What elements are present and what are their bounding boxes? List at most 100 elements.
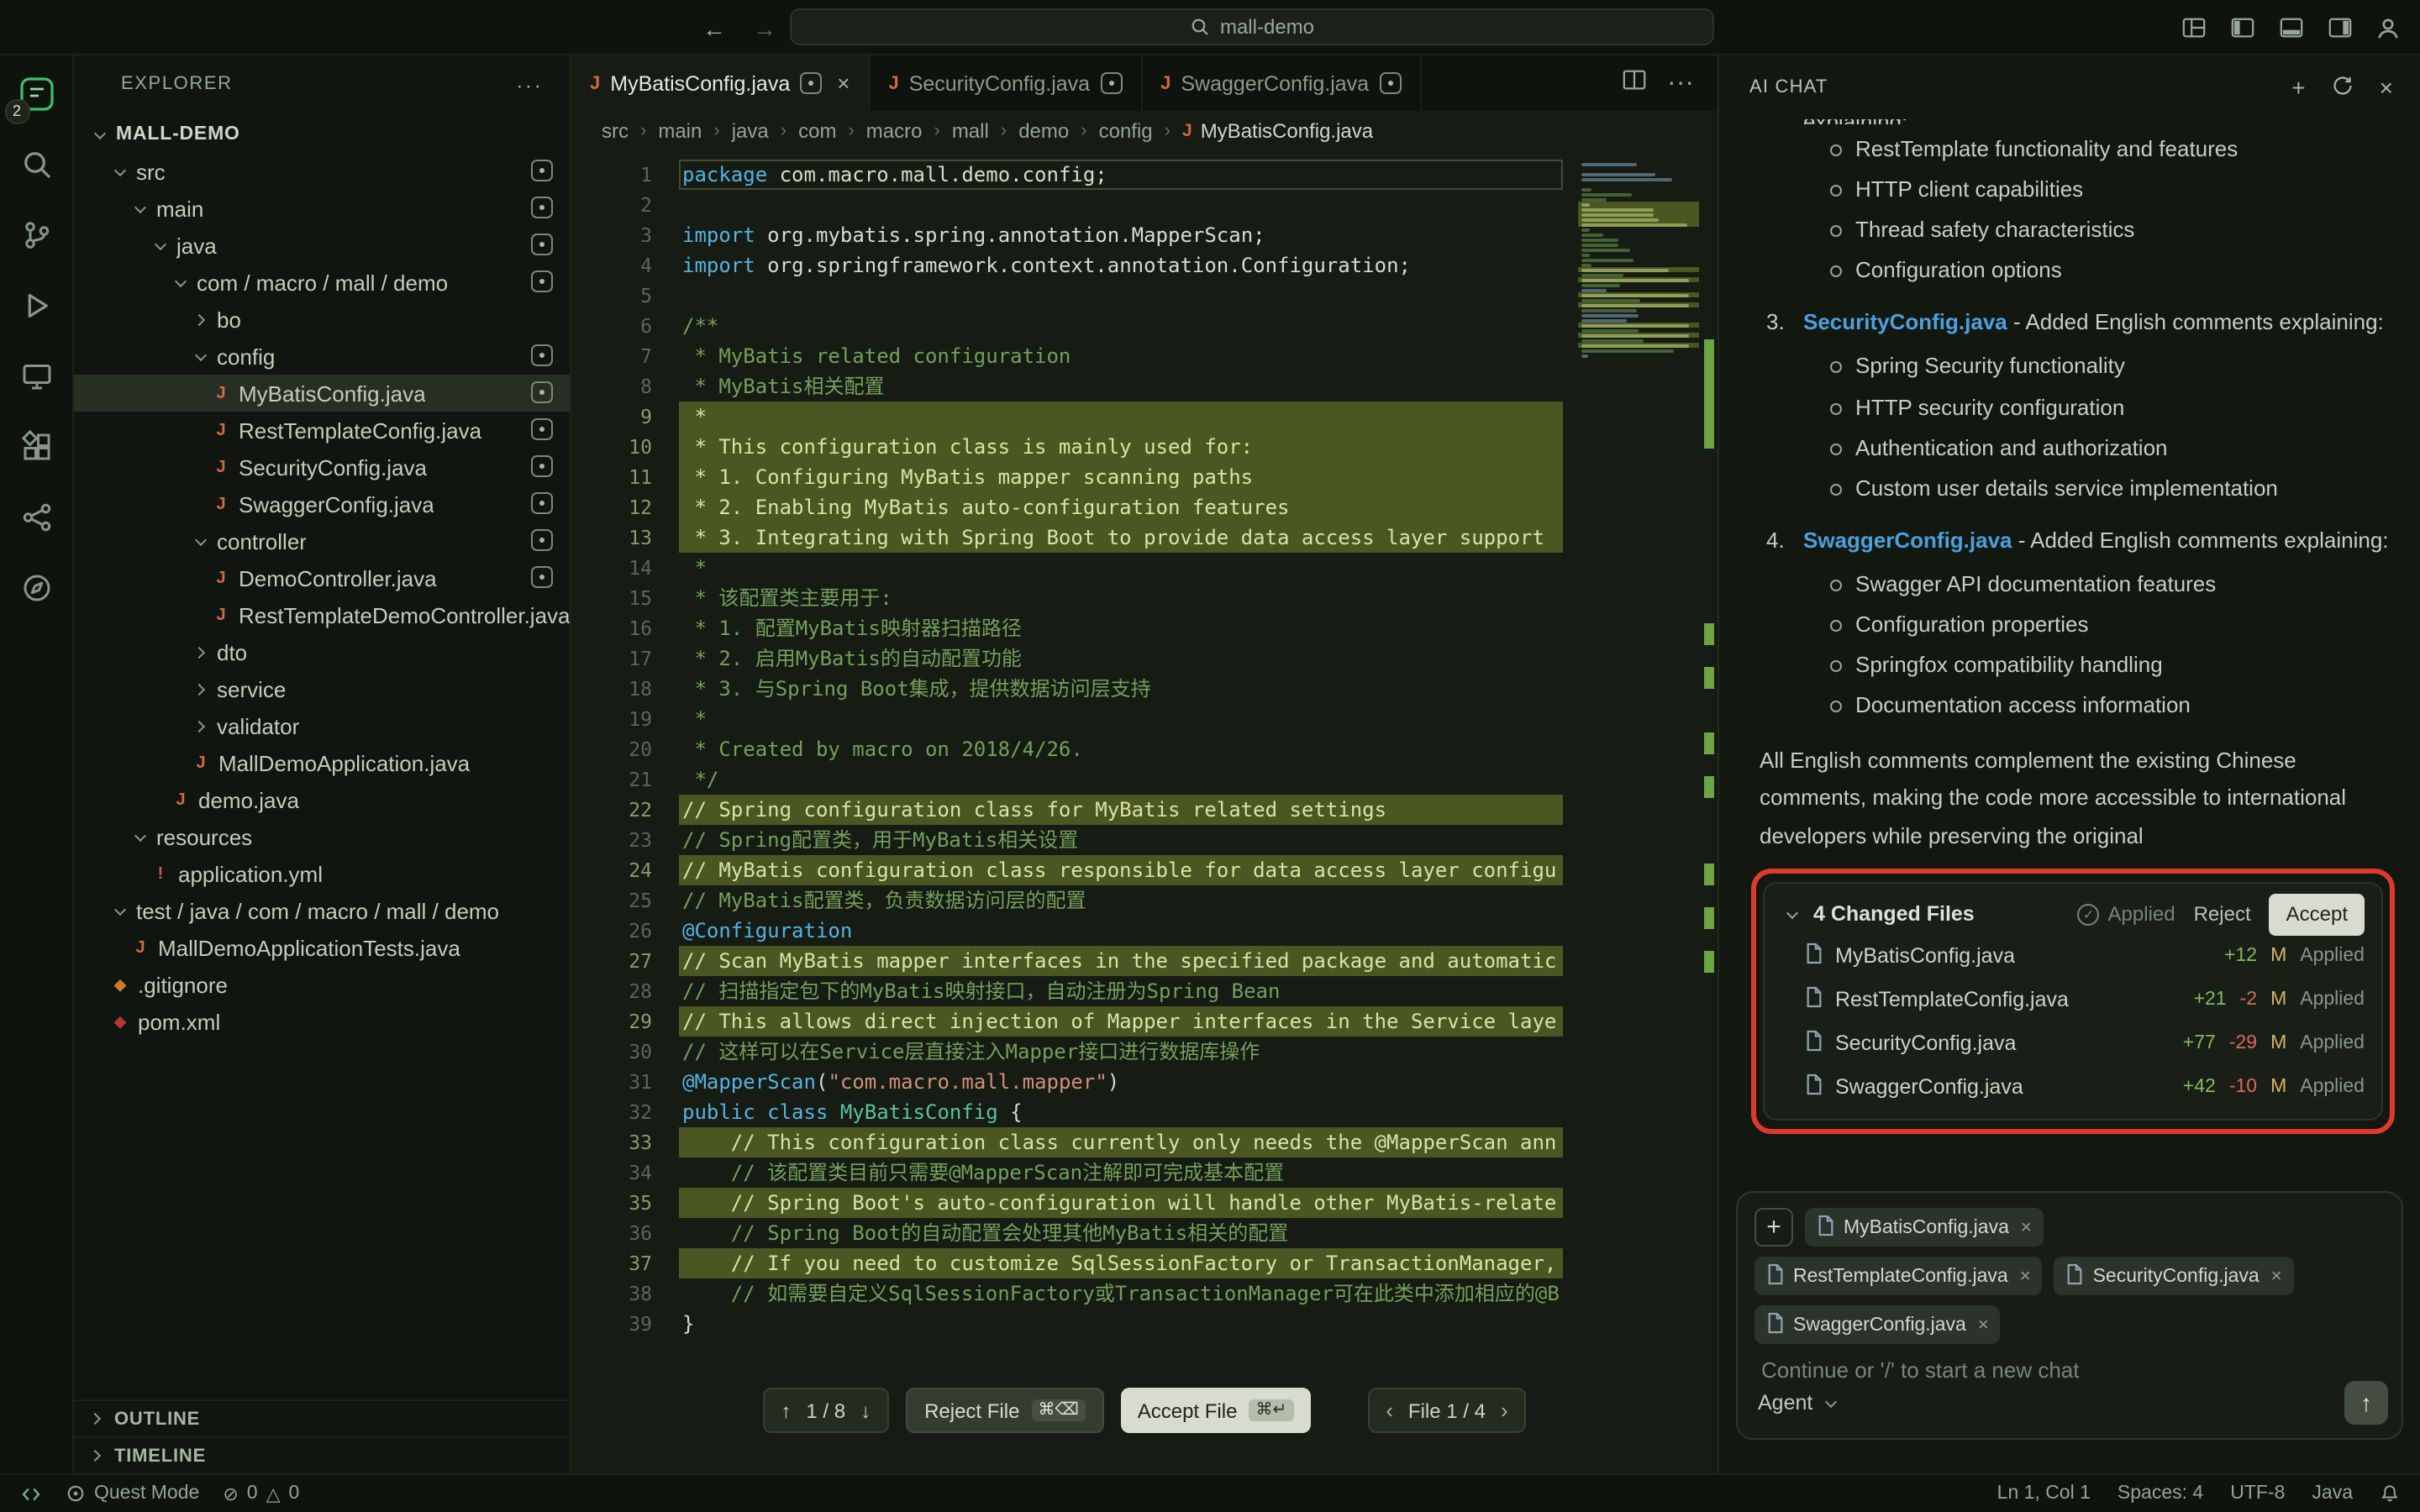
code-line-7[interactable]: 7 * MyBatis related configuration — [571, 341, 1718, 371]
tree-item-resttemplateconfig-java[interactable]: JRestTemplateConfig.java — [74, 412, 570, 449]
toggle-panel-bottom-icon[interactable] — [2275, 13, 2306, 43]
tree-item-test-java-com-macro-mall-demo[interactable]: test / java / com / macro / mall / demo — [74, 892, 570, 929]
code-editor[interactable]: 1package com.macro.mall.demo.config;23im… — [571, 151, 1718, 1473]
toggle-panel-right-icon[interactable] — [2324, 13, 2354, 43]
code-line-28[interactable]: 28// 扫描指定包下的MyBatis映射接口，自动注册为Spring Bean — [571, 976, 1718, 1006]
changed-file-row-swaggerconfig-java[interactable]: SwaggerConfig.java+42-10MApplied — [1781, 1066, 2365, 1110]
run-debug-icon[interactable] — [14, 284, 58, 328]
tree-item-controller[interactable]: controller — [74, 522, 570, 559]
code-line-8[interactable]: 8 * MyBatis相关配置 — [571, 371, 1718, 402]
code-line-21[interactable]: 21 */ — [571, 764, 1718, 795]
code-line-20[interactable]: 20 * Created by macro on 2018/4/26. — [571, 734, 1718, 764]
code-line-30[interactable]: 30// 这样可以在Service层直接注入Mapper接口进行数据库操作 — [571, 1037, 1718, 1067]
tree-item-securityconfig-java[interactable]: JSecurityConfig.java — [74, 449, 570, 486]
close-icon[interactable]: × — [837, 71, 850, 96]
send-button[interactable]: ↑ — [2344, 1381, 2388, 1425]
tree-item-bo[interactable]: bo — [74, 301, 570, 338]
breadcrumb-item-config[interactable]: config — [1099, 119, 1153, 143]
close-icon[interactable]: × — [2380, 74, 2393, 101]
code-line-32[interactable]: 32public class MyBatisConfig { — [571, 1097, 1718, 1127]
problems-indicator[interactable]: ⊘ 0 △ 0 — [223, 1483, 299, 1504]
tree-item-resources[interactable]: resources — [74, 818, 570, 855]
encoding-setting[interactable]: UTF-8 — [2230, 1483, 2285, 1504]
outline-section[interactable]: OUTLINE — [74, 1399, 570, 1436]
breadcrumb-item-mall[interactable]: mall — [952, 119, 989, 143]
language-mode[interactable]: Java — [2312, 1483, 2353, 1504]
breadcrumb-item-src[interactable]: src — [602, 119, 629, 143]
agent-mode-dropdown[interactable]: Agent — [1758, 1391, 1839, 1415]
breadcrumb-item-java[interactable]: java — [732, 119, 769, 143]
code-line-9[interactable]: 9 * — [571, 402, 1718, 432]
code-line-39[interactable]: 39} — [571, 1309, 1718, 1339]
code-line-5[interactable]: 5 — [571, 281, 1718, 311]
source-control-icon[interactable] — [14, 213, 58, 257]
next-diff-icon[interactable]: ↓ — [860, 1399, 871, 1422]
minimap[interactable] — [1578, 161, 1699, 358]
breadcrumb-item-demo[interactable]: demo — [1018, 119, 1069, 143]
prev-file-icon[interactable]: ‹ — [1386, 1398, 1393, 1423]
accept-all-button[interactable]: Accept — [2270, 895, 2365, 936]
forward-arrow-icon[interactable]: → — [753, 14, 776, 41]
tree-item-dto[interactable]: dto — [74, 633, 570, 670]
account-icon[interactable] — [2373, 13, 2403, 43]
toggle-panel-left-icon[interactable] — [2227, 13, 2257, 43]
code-line-29[interactable]: 29// This allows direct injection of Map… — [571, 1006, 1718, 1037]
breadcrumb-item-com[interactable]: com — [798, 119, 836, 143]
modified-badge[interactable] — [1379, 72, 1401, 94]
changed-file-row-resttemplateconfig-java[interactable]: RestTemplateConfig.java+21-2MApplied — [1781, 979, 2365, 1022]
modified-badge[interactable] — [1100, 72, 1122, 94]
tree-item-democontroller-java[interactable]: JDemoController.java — [74, 559, 570, 596]
more-actions-icon[interactable]: ··· — [1667, 68, 1694, 98]
code-line-37[interactable]: 37 // If you need to customize SqlSessio… — [571, 1248, 1718, 1278]
history-icon[interactable] — [2331, 73, 2354, 102]
reject-all-button[interactable]: Reject — [2194, 898, 2251, 932]
code-line-2[interactable]: 2 — [571, 190, 1718, 220]
code-line-16[interactable]: 16 * 1. 配置MyBatis映射器扫描路径 — [571, 613, 1718, 643]
remote-explorer-icon[interactable] — [14, 354, 58, 398]
code-line-22[interactable]: 22// Spring configuration class for MyBa… — [571, 795, 1718, 825]
code-line-4[interactable]: 4import org.springframework.context.anno… — [571, 250, 1718, 281]
app-logo-icon[interactable]: 2 — [14, 72, 58, 116]
code-line-34[interactable]: 34 // 该配置类目前只需要@MapperScan注解即可完成基本配置 — [571, 1158, 1718, 1188]
extensions-icon[interactable] — [14, 425, 58, 469]
code-line-33[interactable]: 33 // This configuration class currently… — [571, 1127, 1718, 1158]
code-line-14[interactable]: 14 * — [571, 553, 1718, 583]
timeline-section[interactable]: TIMELINE — [74, 1436, 570, 1473]
layout-grid-icon[interactable] — [2178, 13, 2208, 43]
tab-mybatisconfig-java[interactable]: JMyBatisConfig.java× — [571, 55, 870, 111]
tree-item-demo-java[interactable]: Jdemo.java — [74, 781, 570, 818]
code-line-24[interactable]: 24// MyBatis configuration class respons… — [571, 855, 1718, 885]
tree-item-validator[interactable]: validator — [74, 707, 570, 744]
prev-diff-icon[interactable]: ↑ — [781, 1399, 791, 1422]
modified-badge[interactable] — [800, 72, 822, 94]
tree-item-malldemoapplication-java[interactable]: JMallDemoApplication.java — [74, 744, 570, 781]
file-link[interactable]: SwaggerConfig.java — [1803, 528, 2012, 553]
tree-item-com-macro-mall-demo[interactable]: com / macro / mall / demo — [74, 264, 570, 301]
chevron-down-icon[interactable] — [1781, 905, 1802, 925]
code-line-3[interactable]: 3import org.mybatis.spring.annotation.Ma… — [571, 220, 1718, 250]
code-line-36[interactable]: 36 // Spring Boot的自动配置会处理其他MyBatis相关的配置 — [571, 1218, 1718, 1248]
tree-item-service[interactable]: service — [74, 670, 570, 707]
code-line-12[interactable]: 12 * 2. Enabling MyBatis auto-configurat… — [571, 492, 1718, 522]
split-editor-icon[interactable] — [1622, 66, 1647, 100]
tree-item-malldemoapplicationtests-java[interactable]: JMallDemoApplicationTests.java — [74, 929, 570, 966]
code-line-15[interactable]: 15 * 该配置类主要用于: — [571, 583, 1718, 613]
code-line-26[interactable]: 26@Configuration — [571, 916, 1718, 946]
remove-chip-icon[interactable]: × — [1978, 1315, 1989, 1335]
code-line-23[interactable]: 23// Spring配置类，用于MyBatis相关设置 — [571, 825, 1718, 855]
quest-mode-indicator[interactable]: Quest Mode — [66, 1483, 199, 1504]
tree-item-config[interactable]: config — [74, 338, 570, 375]
chat-input-placeholder[interactable]: Continue or '/' to start a new chat — [1761, 1357, 2385, 1383]
code-line-27[interactable]: 27// Scan MyBatis mapper interfaces in t… — [571, 946, 1718, 976]
context-chip-securityconfig-java[interactable]: SecurityConfig.java× — [2054, 1257, 2294, 1295]
code-line-35[interactable]: 35 // Spring Boot's auto-configuration w… — [571, 1188, 1718, 1218]
remove-chip-icon[interactable]: × — [2271, 1266, 2282, 1286]
tree-item-gitignore[interactable]: ◆.gitignore — [74, 966, 570, 1003]
code-line-38[interactable]: 38 // 如需要自定义SqlSessionFactory或Transactio… — [571, 1278, 1718, 1309]
changed-file-row-mybatisconfig-java[interactable]: MyBatisConfig.java+12MApplied — [1781, 935, 2365, 979]
changed-file-row-securityconfig-java[interactable]: SecurityConfig.java+77-29MApplied — [1781, 1022, 2365, 1066]
context-chip-mybatisconfig-java[interactable]: MyBatisConfig.java× — [1805, 1208, 2044, 1247]
cursor-position[interactable]: Ln 1, Col 1 — [1997, 1483, 2091, 1504]
sidebar-more-actions-icon[interactable]: ··· — [516, 71, 543, 97]
tree-item-java[interactable]: java — [74, 227, 570, 264]
